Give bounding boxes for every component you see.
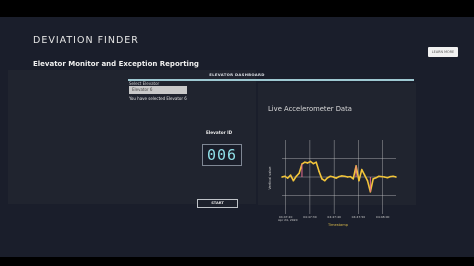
data-point xyxy=(281,176,283,178)
start-button[interactable]: START xyxy=(197,199,238,208)
elevator-id-display: 006 xyxy=(202,144,242,166)
data-point xyxy=(315,161,317,163)
data-point xyxy=(292,179,295,182)
data-point xyxy=(380,175,383,178)
data-point xyxy=(312,162,315,165)
chart-series xyxy=(281,160,397,193)
chart-title: Live Accelerometer Data xyxy=(268,105,352,113)
data-point xyxy=(326,176,329,179)
data-point xyxy=(284,175,286,178)
data-point xyxy=(335,177,337,179)
data-point xyxy=(361,168,363,171)
data-point xyxy=(395,176,397,178)
x-tick-label: 04:47:50 xyxy=(352,215,366,219)
x-tick-label: 04:47:30 xyxy=(303,215,317,219)
x-tick-label: 04:47:40 xyxy=(327,215,341,219)
data-point xyxy=(392,175,394,178)
data-point xyxy=(286,177,289,179)
data-point xyxy=(346,176,349,178)
data-point xyxy=(349,175,352,178)
data-point xyxy=(306,162,309,164)
data-point xyxy=(329,175,332,178)
elevator-dropdown[interactable]: Elevator 6 xyxy=(129,86,187,94)
data-point xyxy=(375,176,377,179)
data-point xyxy=(383,176,386,178)
data-point xyxy=(341,175,343,177)
data-point xyxy=(358,179,360,182)
data-point xyxy=(352,178,355,180)
elevator-id-label: Elevator ID xyxy=(206,130,233,135)
data-point xyxy=(332,176,335,178)
dashboard-title: ELEVATOR DASHBOARD xyxy=(209,72,265,77)
data-point xyxy=(389,175,392,178)
y-axis-label: Vertical value xyxy=(268,166,272,189)
data-point xyxy=(343,175,346,178)
data-point xyxy=(386,176,389,179)
data-point xyxy=(304,161,306,163)
data-point xyxy=(366,179,369,182)
data-point xyxy=(289,174,292,176)
data-point xyxy=(323,179,326,182)
selection-message: You have selected Elevator 6 xyxy=(129,96,187,101)
data-point xyxy=(298,172,300,175)
date-label: Apr 24, 2020 xyxy=(278,218,298,222)
data-point xyxy=(321,178,323,180)
data-point xyxy=(295,175,298,178)
data-point xyxy=(363,174,366,176)
accelerometer-chart: 04:47:20 04:47:30 04:47:40 04:47:50 04:48:00… xyxy=(268,140,397,227)
x-axis-label: Timestamp xyxy=(327,223,349,227)
dashboard-divider xyxy=(128,79,414,81)
app-subtitle: Elevator Monitor and Exception Reporting xyxy=(33,60,199,68)
data-point xyxy=(372,178,374,180)
app-title: DEVIATION FINDER xyxy=(33,35,139,46)
learn-more-button[interactable]: LEARN MORE xyxy=(428,47,458,57)
data-point xyxy=(318,170,320,173)
data-point xyxy=(378,175,380,178)
data-point xyxy=(309,160,312,163)
x-tick-label: 04:48:00 xyxy=(376,215,390,219)
data-point xyxy=(338,175,340,178)
